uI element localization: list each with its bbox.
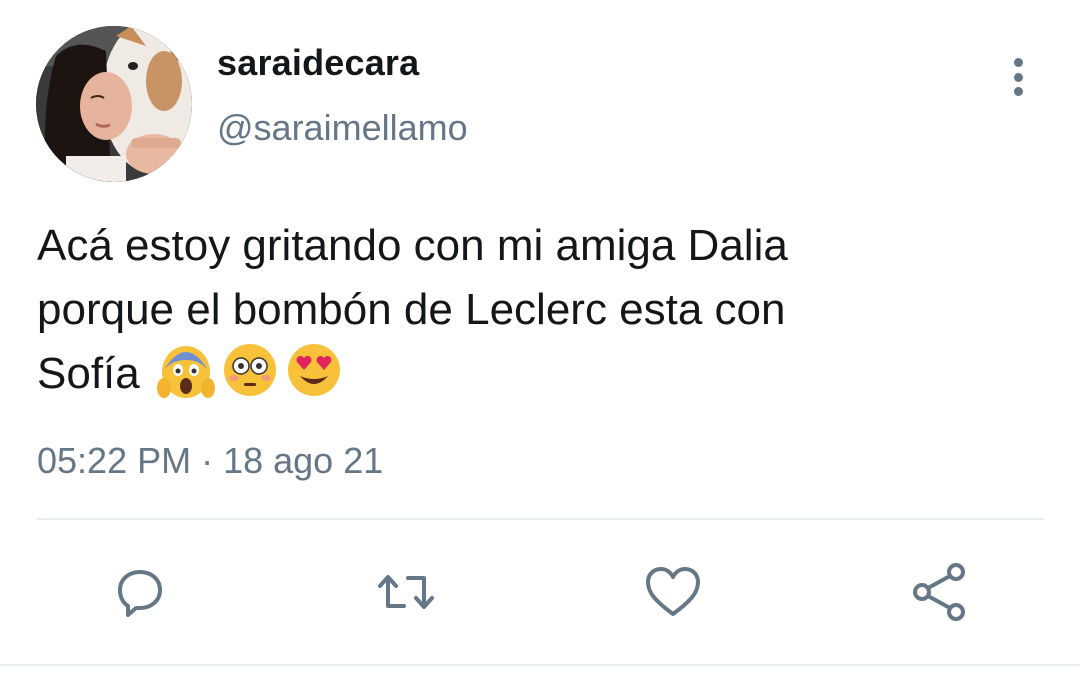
- display-name[interactable]: saraidecara: [217, 42, 419, 84]
- more-dot-icon: [1013, 87, 1023, 96]
- bottom-divider: [0, 664, 1080, 666]
- divider: [37, 518, 1044, 520]
- retweet-icon: [378, 575, 434, 609]
- flushed-face-icon: [223, 344, 276, 397]
- more-options-button[interactable]: [1000, 56, 1036, 98]
- tweet-text-line: Acá estoy gritando con mi amiga Dalia: [37, 221, 788, 270]
- like-icon: [646, 567, 700, 616]
- user-handle[interactable]: @saraimellamo: [217, 107, 468, 149]
- tweet-card: saraidecara @saraimellamo Acá estoy grit…: [0, 0, 1080, 679]
- smiling-face-with-heart-eyes-icon: [287, 344, 340, 397]
- like-button[interactable]: [641, 560, 705, 624]
- tweet-timestamp[interactable]: 05:22 PM · 18 ago 21: [37, 440, 383, 482]
- reply-button[interactable]: [108, 560, 172, 624]
- more-dot-icon: [1013, 58, 1023, 67]
- retweet-button[interactable]: [374, 560, 438, 624]
- face-screaming-in-fear-icon: [156, 346, 215, 399]
- tweet-actions: [0, 560, 1080, 624]
- reply-icon: [118, 570, 162, 617]
- share-button[interactable]: [908, 560, 972, 624]
- more-dot-icon: [1013, 72, 1023, 82]
- tweet-text-line: Sofía: [37, 349, 140, 398]
- tweet-text: Acá estoy gritando con mi amiga Dalia po…: [37, 214, 1037, 406]
- tweet-text-line: porque el bombón de Leclerc esta con: [37, 285, 786, 334]
- share-icon: [913, 563, 965, 621]
- tweet-text-line-last: Sofía: [37, 342, 1037, 406]
- avatar[interactable]: [36, 26, 192, 182]
